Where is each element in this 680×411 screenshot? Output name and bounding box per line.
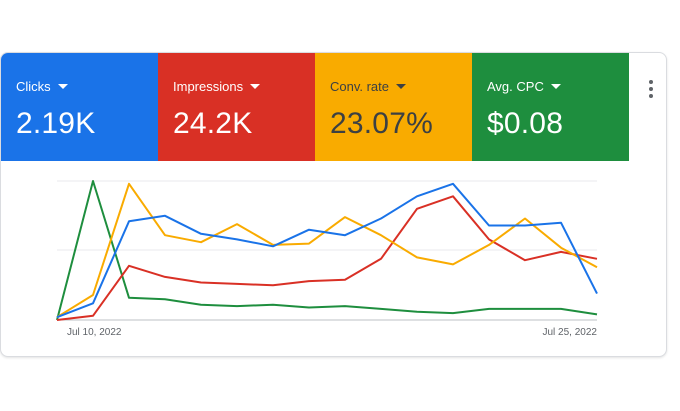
performance-card: Clicks 2.19K Impressions 24.2K Conv. rat… [0, 52, 667, 357]
x-tick-label: Jul 10, 2022 [67, 327, 122, 338]
series-line-impressions [56, 195, 598, 321]
line-chart: Jul 10, 2022 Jul 25, 2022 [56, 180, 598, 338]
x-tick-label: Jul 25, 2022 [543, 327, 598, 338]
